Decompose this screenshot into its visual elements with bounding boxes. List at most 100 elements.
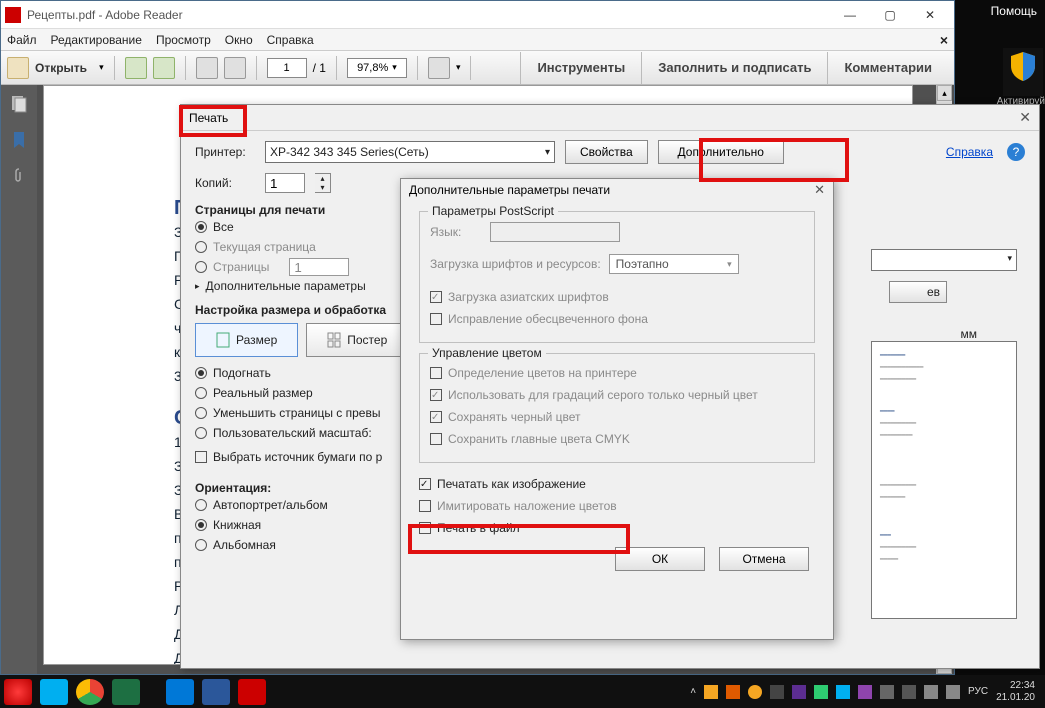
color-label-0: Определение цветов на принтере — [448, 366, 637, 380]
poster-button[interactable]: Постер — [306, 323, 408, 357]
taskbar-app-skype[interactable] — [40, 679, 68, 705]
taskbar-app-chrome[interactable] — [76, 679, 104, 705]
radio-current[interactable] — [195, 241, 207, 253]
radio-landscape[interactable] — [195, 539, 207, 551]
taskbar-clock[interactable]: 22:34 21.01.20 — [996, 680, 1041, 704]
pages-icon[interactable] — [10, 95, 28, 113]
language-indicator[interactable]: РУС — [968, 686, 988, 697]
copies-input[interactable] — [265, 173, 305, 193]
taskbar-app-adobe[interactable] — [238, 679, 266, 705]
small-button[interactable]: ев — [889, 281, 947, 303]
paper-source-checkbox[interactable] — [195, 451, 207, 463]
zoom-value[interactable]: 97,8%▾ — [347, 58, 407, 78]
menu-edit[interactable]: Редактирование — [51, 33, 142, 47]
create-pdf-icon[interactable] — [125, 57, 147, 79]
advanced-close-icon[interactable]: ✕ — [814, 182, 825, 198]
mail-icon[interactable] — [224, 57, 246, 79]
radio-all-label: Все — [213, 220, 234, 234]
size-icon — [216, 332, 230, 348]
tray-icon[interactable] — [902, 685, 916, 699]
fill-sign-button[interactable]: Заполнить и подписать — [641, 52, 827, 84]
fit-dropdown-icon[interactable]: ▾ — [456, 62, 461, 73]
volume-icon[interactable] — [946, 685, 960, 699]
size-button[interactable]: Размер — [195, 323, 298, 357]
taskbar-app-explorer[interactable] — [166, 679, 194, 705]
bookmark-icon[interactable] — [10, 131, 28, 149]
open-label[interactable]: Открыть — [35, 61, 87, 75]
radio-auto-orient[interactable] — [195, 499, 207, 511]
radio-custom[interactable] — [195, 427, 207, 439]
tray-icon[interactable] — [726, 685, 740, 699]
taskbar-app-excel[interactable] — [112, 679, 140, 705]
open-dropdown-icon[interactable]: ▾ — [99, 62, 104, 73]
radio-portrait[interactable] — [195, 519, 207, 531]
advanced-dialog-title: Дополнительные параметры печати — [409, 183, 610, 197]
tray-icon[interactable] — [748, 685, 762, 699]
taskbar-app-opera[interactable] — [4, 679, 32, 705]
radio-pages-label: Страницы — [213, 260, 269, 274]
tools-button[interactable]: Инструменты — [520, 52, 641, 84]
fit-icon[interactable] — [428, 57, 450, 79]
print-to-file-checkbox[interactable] — [419, 522, 431, 534]
fit-label: Подогнать — [213, 366, 271, 380]
desktop-help-text[interactable]: Помощь — [991, 4, 1037, 18]
tray-up-icon[interactable]: ˄ — [690, 686, 696, 697]
save-icon[interactable] — [153, 57, 175, 79]
close-button[interactable]: ✕ — [910, 3, 950, 27]
pages-input[interactable] — [289, 258, 349, 276]
menubar-close-icon[interactable]: × — [940, 32, 948, 48]
maximize-button[interactable]: ▢ — [870, 3, 910, 27]
auto-orient-label: Автопортрет/альбом — [213, 498, 328, 512]
tray-icon[interactable] — [858, 685, 872, 699]
tray-icon[interactable] — [704, 685, 718, 699]
radio-shrink[interactable] — [195, 407, 207, 419]
network-icon[interactable] — [924, 685, 938, 699]
cancel-button[interactable]: Отмена — [719, 547, 809, 571]
attachment-icon[interactable] — [10, 167, 28, 185]
titlebar: Рецепты.pdf - Adobe Reader — ▢ ✕ — [1, 1, 954, 29]
tray-icon[interactable] — [770, 685, 784, 699]
menu-view[interactable]: Просмотр — [156, 33, 211, 47]
tray-icon[interactable] — [880, 685, 894, 699]
comments-button[interactable]: Комментарии — [827, 52, 948, 84]
radio-fit[interactable] — [195, 367, 207, 379]
toolbar-separator — [114, 56, 115, 80]
taskbar-app-word[interactable] — [202, 679, 230, 705]
ok-button[interactable]: ОК — [615, 547, 705, 571]
lang-label: Язык: — [430, 225, 482, 239]
page-total: / 1 — [313, 61, 326, 75]
portrait-label: Книжная — [213, 518, 261, 532]
open-folder-icon[interactable] — [7, 57, 29, 79]
print-to-file-label: Печать в файл — [437, 521, 520, 535]
page-current-input[interactable] — [267, 58, 307, 78]
minimize-button[interactable]: — — [830, 3, 870, 27]
help-icon[interactable]: ? — [1007, 143, 1025, 161]
taskbar: ˄ РУС 22:34 21.01.20 — [0, 675, 1045, 708]
radio-current-label: Текущая страница — [213, 240, 316, 254]
radio-actual[interactable] — [195, 387, 207, 399]
printer-select[interactable]: XP-342 343 345 Series(Сеть)▾ — [265, 141, 555, 163]
radio-pages[interactable] — [195, 261, 207, 273]
print-dialog-title: Печать — [189, 111, 228, 125]
menu-file[interactable]: Файл — [7, 33, 37, 47]
print-dialog-close-icon[interactable]: ✕ — [1019, 109, 1031, 126]
menu-window[interactable]: Окно — [225, 33, 253, 47]
print-as-image-label: Печатать как изображение — [437, 477, 586, 491]
print-as-image-checkbox[interactable] — [419, 478, 431, 490]
toolbar-separator — [336, 56, 337, 80]
more-params-label[interactable]: Дополнительные параметры — [206, 279, 366, 293]
tray-icon[interactable] — [792, 685, 806, 699]
scroll-up-icon[interactable]: ▴ — [937, 85, 952, 101]
fonts-load-label: Загрузка шрифтов и ресурсов: — [430, 257, 601, 271]
properties-button[interactable]: Свойства — [565, 140, 648, 164]
radio-all[interactable] — [195, 221, 207, 233]
tray-icon[interactable] — [814, 685, 828, 699]
menu-help[interactable]: Справка — [267, 33, 314, 47]
advanced-button[interactable]: Дополнительно — [658, 140, 784, 164]
expand-icon[interactable]: ▸ — [195, 281, 200, 292]
tray-icon[interactable] — [836, 685, 850, 699]
copies-spinner[interactable]: ▴▾ — [315, 173, 331, 193]
print-icon[interactable] — [196, 57, 218, 79]
preset-select[interactable]: ▾ — [871, 249, 1017, 271]
help-link[interactable]: Справка — [946, 145, 993, 159]
